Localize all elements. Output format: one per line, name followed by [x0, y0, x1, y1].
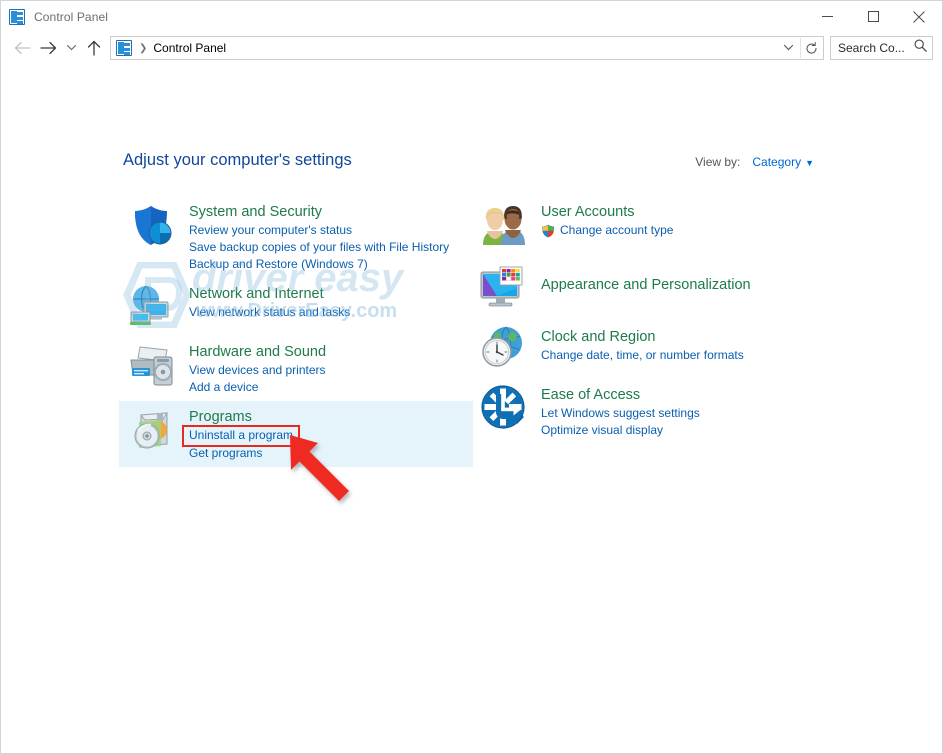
- link-change-account-type[interactable]: Change account type: [541, 222, 673, 239]
- link-uninstall-a-program[interactable]: Uninstall a program: [181, 425, 301, 447]
- view-by-value[interactable]: Category: [752, 155, 801, 169]
- link-backup-and-restore[interactable]: Backup and Restore (Windows 7): [189, 256, 368, 273]
- back-button[interactable]: [9, 36, 35, 60]
- category-clock-and-region[interactable]: Clock and Region Change date, time, or n…: [471, 316, 811, 377]
- category-body: Appearance and Personalization: [541, 263, 751, 311]
- category-title[interactable]: Network and Internet: [189, 284, 350, 304]
- link-review-computer-status[interactable]: Review your computer's status: [189, 222, 352, 239]
- link-change-date-time-number-formats[interactable]: Change date, time, or number formats: [541, 347, 744, 364]
- network-icon: [127, 283, 175, 331]
- category-user-accounts[interactable]: User Accounts Change account type: [471, 196, 811, 254]
- programs-disc-icon: [127, 406, 175, 454]
- close-button[interactable]: [896, 1, 942, 32]
- link-view-network-status[interactable]: View network status and tasks: [189, 304, 350, 321]
- search-icon[interactable]: [914, 39, 927, 57]
- view-by-control: View by: Category ▼: [695, 155, 814, 169]
- minimize-button[interactable]: [804, 1, 850, 32]
- category-title[interactable]: User Accounts: [541, 202, 673, 222]
- category-hardware-and-sound[interactable]: Hardware and Sound View devices and prin…: [119, 336, 473, 401]
- category-body: System and Security Review your computer…: [189, 201, 449, 273]
- category-ease-of-access[interactable]: Ease of Access Let Windows suggest setti…: [471, 377, 811, 444]
- category-body: Network and Internet View network status…: [189, 283, 350, 331]
- category-title[interactable]: Appearance and Personalization: [541, 275, 751, 295]
- user-accounts-icon: [479, 201, 527, 249]
- breadcrumb-separator: ❯: [139, 42, 148, 54]
- link-add-a-device[interactable]: Add a device: [189, 379, 258, 396]
- category-programs[interactable]: Programs Uninstall a program Get program…: [119, 401, 473, 467]
- category-system-and-security[interactable]: System and Security Review your computer…: [119, 196, 473, 278]
- window-titlebar: Control Panel: [1, 1, 942, 32]
- window-controls: [804, 1, 942, 32]
- uac-shield-icon: [541, 224, 555, 238]
- control-panel-content: Adjust your computer's settings View by:…: [1, 64, 942, 753]
- link-get-programs[interactable]: Get programs: [189, 445, 262, 462]
- category-body: Clock and Region Change date, time, or n…: [541, 324, 744, 372]
- forward-button[interactable]: [35, 36, 61, 60]
- category-body: Ease of Access Let Windows suggest setti…: [541, 383, 700, 439]
- view-by-label: View by:: [695, 155, 741, 169]
- recent-locations-button[interactable]: [61, 36, 81, 60]
- link-optimize-visual-display[interactable]: Optimize visual display: [541, 422, 663, 439]
- search-input[interactable]: Search Co...: [838, 41, 905, 55]
- window-title: Control Panel: [34, 9, 109, 24]
- link-label: Change account type: [560, 223, 674, 237]
- chevron-down-icon[interactable]: ▼: [805, 158, 814, 168]
- category-title[interactable]: System and Security: [189, 202, 449, 222]
- ease-of-access-icon: [479, 383, 527, 431]
- appearance-monitor-icon: [479, 263, 527, 311]
- address-bar[interactable]: ❯ Control Panel: [110, 36, 824, 60]
- refresh-icon[interactable]: [800, 38, 822, 58]
- category-body: Programs Uninstall a program Get program…: [181, 406, 301, 462]
- category-title[interactable]: Programs: [189, 407, 298, 427]
- page-title: Adjust your computer's settings: [123, 151, 352, 169]
- category-body: User Accounts Change account type: [541, 201, 673, 249]
- link-save-backup-copies[interactable]: Save backup copies of your files with Fi…: [189, 239, 449, 256]
- category-network-and-internet[interactable]: Network and Internet View network status…: [119, 278, 473, 336]
- link-let-windows-suggest-settings[interactable]: Let Windows suggest settings: [541, 405, 700, 422]
- up-button[interactable]: [81, 36, 107, 60]
- category-title[interactable]: Hardware and Sound: [189, 342, 326, 362]
- printer-icon: [127, 341, 175, 389]
- control-panel-icon: [9, 8, 25, 25]
- breadcrumb-control-panel[interactable]: Control Panel: [153, 41, 226, 55]
- link-view-devices-and-printers[interactable]: View devices and printers: [189, 362, 326, 379]
- search-box[interactable]: Search Co...: [830, 36, 933, 60]
- category-body: Hardware and Sound View devices and prin…: [189, 341, 326, 396]
- control-panel-window: Control Panel ❯ Control Panel Search Co.…: [0, 0, 943, 754]
- navigation-bar: ❯ Control Panel Search Co...: [1, 32, 942, 64]
- category-column-left: System and Security Review your computer…: [119, 196, 473, 467]
- category-appearance-and-personalization[interactable]: Appearance and Personalization: [471, 254, 811, 316]
- category-title[interactable]: Clock and Region: [541, 327, 744, 347]
- category-column-right: User Accounts Change account type Appear…: [471, 196, 811, 444]
- category-title[interactable]: Ease of Access: [541, 385, 700, 405]
- chevron-down-icon[interactable]: [777, 37, 799, 59]
- shield-icon: [127, 201, 175, 249]
- control-panel-icon: [116, 40, 132, 56]
- maximize-button[interactable]: [850, 1, 896, 32]
- clock-globe-icon: [479, 324, 527, 372]
